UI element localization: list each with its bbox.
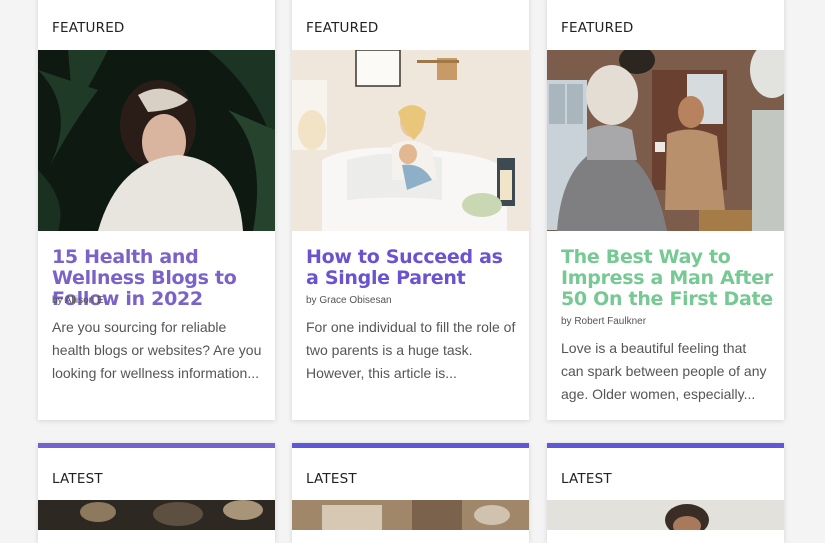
article-image[interactable] bbox=[292, 50, 529, 231]
article-excerpt: Love is a beautiful feeling that can spa… bbox=[561, 340, 767, 402]
article-author: by Allison E. bbox=[52, 295, 107, 306]
article-image[interactable] bbox=[292, 500, 529, 530]
article-author: by Robert Faulkner bbox=[561, 316, 647, 327]
latest-card-2[interactable]: LATEST bbox=[292, 443, 529, 543]
article-image[interactable] bbox=[38, 500, 275, 530]
card-label: FEATURED bbox=[561, 20, 634, 36]
card-label: LATEST bbox=[306, 471, 357, 487]
latest-photo-2 bbox=[292, 500, 529, 530]
article-title[interactable]: The Best Way to Impress a Man After 50 O… bbox=[561, 247, 776, 310]
card-label: FEATURED bbox=[306, 20, 379, 36]
couple-date-photo bbox=[547, 50, 784, 231]
article-title[interactable]: How to Succeed as a Single Parent bbox=[306, 247, 521, 289]
article-excerpt: Are you sourcing for reliable health blo… bbox=[52, 319, 262, 381]
latest-card-1[interactable]: LATEST bbox=[38, 443, 275, 543]
article-image[interactable] bbox=[38, 50, 275, 231]
featured-card-3[interactable]: FEATURED The Best Way to Impress a Man A… bbox=[547, 0, 784, 420]
card-accent-bar bbox=[547, 443, 784, 448]
card-accent-bar bbox=[292, 443, 529, 448]
article-image[interactable] bbox=[547, 500, 784, 530]
card-label: LATEST bbox=[52, 471, 103, 487]
article-author: by Grace Obisesan bbox=[306, 295, 392, 306]
latest-photo-3 bbox=[547, 500, 784, 530]
card-accent-bar bbox=[38, 443, 275, 448]
article-excerpt: For one individual to fill the role of t… bbox=[306, 319, 516, 381]
featured-card-1[interactable]: FEATURED 15 Health and Wellness Blogs to… bbox=[38, 0, 275, 420]
card-label: LATEST bbox=[561, 471, 612, 487]
parent-child-photo bbox=[292, 50, 529, 231]
latest-card-3[interactable]: LATEST bbox=[547, 443, 784, 543]
featured-card-2[interactable]: FEATURED How to Succeed as a Single Pare… bbox=[292, 0, 529, 420]
woman-leaves-photo bbox=[38, 50, 275, 231]
article-image[interactable] bbox=[547, 50, 784, 231]
card-label: FEATURED bbox=[52, 20, 125, 36]
latest-photo-1 bbox=[38, 500, 275, 530]
